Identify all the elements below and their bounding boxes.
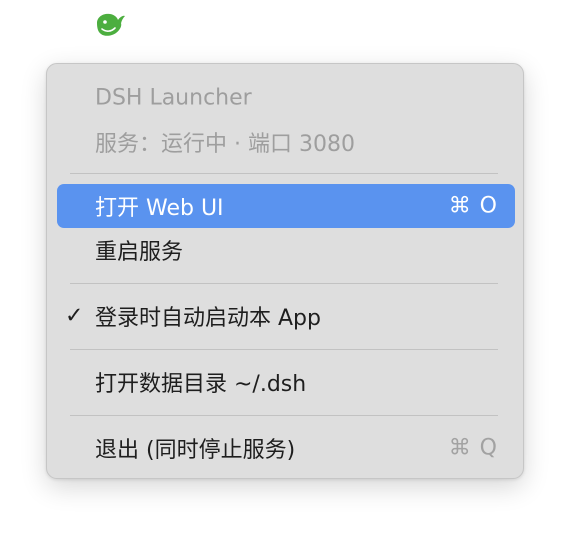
open-data-directory-label: 打开数据目录 ~/.dsh bbox=[95, 372, 307, 397]
restart-service-menu-item[interactable]: 重启服务 bbox=[57, 228, 515, 272]
menu-header-title: DSH Launcher bbox=[57, 76, 515, 120]
open-web-ui-menu-item[interactable]: 打开 Web UI ⌘ O bbox=[57, 184, 515, 228]
open-web-ui-label: 打开 Web UI bbox=[95, 196, 224, 221]
tray-dropdown-menu: DSH Launcher 服务：运行中 · 端口 3080 打开 Web UI … bbox=[46, 63, 524, 479]
menu-header-status: 服务：运行中 · 端口 3080 bbox=[57, 120, 515, 164]
restart-service-label: 重启服务 bbox=[95, 240, 184, 265]
open-web-ui-shortcut: ⌘ O bbox=[448, 193, 498, 219]
menu-separator bbox=[70, 349, 498, 350]
checkmark-icon: ✓ bbox=[65, 303, 84, 329]
app-title: DSH Launcher bbox=[95, 85, 252, 111]
menu-separator bbox=[70, 173, 498, 174]
desktop-stage: DSH Launcher 服务：运行中 · 端口 3080 打开 Web UI … bbox=[0, 0, 570, 534]
service-status-text: 服务：运行中 · 端口 3080 bbox=[95, 132, 355, 157]
quit-label: 退出 (同时停止服务) bbox=[95, 438, 296, 463]
menu-separator bbox=[70, 283, 498, 284]
quit-menu-item[interactable]: 退出 (同时停止服务) ⌘ Q bbox=[57, 426, 515, 470]
tray-app-icon[interactable] bbox=[94, 10, 126, 40]
menu-separator bbox=[70, 415, 498, 416]
launch-at-login-menu-item[interactable]: ✓ 登录时自动启动本 App bbox=[57, 294, 515, 338]
quit-shortcut: ⌘ Q bbox=[448, 435, 498, 461]
open-data-directory-menu-item[interactable]: 打开数据目录 ~/.dsh bbox=[57, 360, 515, 404]
green-whale-icon bbox=[97, 13, 125, 36]
launch-at-login-label: 登录时自动启动本 App bbox=[95, 306, 321, 331]
